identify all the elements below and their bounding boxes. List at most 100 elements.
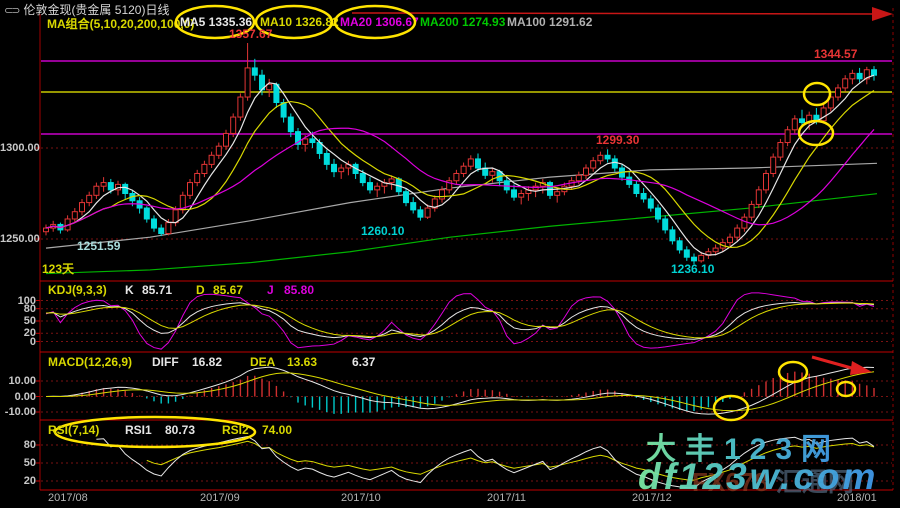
- price-axis-label: 1300.00: [0, 142, 36, 154]
- candle-body: [576, 175, 581, 180]
- rsi1-value: 80.73: [165, 423, 195, 437]
- kdj-title[interactable]: KDJ(9,3,3): [48, 283, 107, 297]
- candle-body: [188, 183, 193, 196]
- kdj-k-label: K: [125, 283, 134, 297]
- trendline[interactable]: [352, 13, 876, 14]
- candle-body: [591, 161, 596, 168]
- rsi1-label: RSI1: [125, 423, 152, 437]
- candle-body: [749, 204, 754, 217]
- candle-body: [224, 133, 229, 146]
- candle-body: [584, 168, 589, 175]
- candle-body: [792, 119, 797, 130]
- kdj-d-line: [46, 303, 874, 338]
- candle-body: [504, 181, 509, 190]
- candle-body: [404, 192, 409, 203]
- candle-body: [857, 73, 862, 78]
- candle-body: [44, 228, 49, 232]
- macd-dea-line: [46, 372, 874, 411]
- kdj-d-label: D: [196, 283, 205, 297]
- price-label: 1260.10: [361, 224, 404, 238]
- candle-body: [713, 248, 718, 252]
- candle-body: [735, 228, 740, 237]
- candle-body: [368, 183, 373, 190]
- candle-body: [440, 190, 445, 199]
- candle-body: [209, 155, 214, 164]
- macd-dea-value: 13.63: [287, 355, 317, 369]
- candle-body: [843, 79, 848, 88]
- candle-body: [101, 183, 106, 187]
- candle-body: [728, 237, 733, 242]
- kdj-axis-label: 80: [0, 303, 36, 315]
- candle-body: [850, 73, 855, 78]
- x-axis-label: 2017/10: [341, 492, 381, 504]
- candle-body: [684, 250, 689, 257]
- price-axis-label: 1250.00: [0, 233, 36, 245]
- macd-axis-label: 0.00: [0, 391, 36, 403]
- rsi-axis-label: 20: [0, 475, 36, 487]
- candle-body: [123, 184, 128, 193]
- candle-body: [764, 173, 769, 189]
- candle-body: [699, 255, 704, 260]
- candle-body: [152, 219, 157, 228]
- price-label: 1357.67: [229, 27, 272, 41]
- rsi-axis-label: 80: [0, 439, 36, 451]
- candle-body: [598, 155, 603, 160]
- candle-body: [641, 194, 646, 199]
- candle-body: [454, 173, 459, 180]
- candle-body: [627, 177, 632, 184]
- candle-body: [216, 146, 221, 155]
- candle-body: [195, 173, 200, 182]
- price-label: 1236.10: [671, 262, 714, 276]
- candle-body: [519, 194, 524, 198]
- kdj-j-value: 85.80: [284, 283, 314, 297]
- price-label: 1251.59: [77, 239, 120, 253]
- candle-body: [677, 241, 682, 250]
- watermark-df123w: df123w.com: [638, 456, 878, 498]
- macd-diff-label: DIFF: [152, 355, 179, 369]
- candle-body: [461, 166, 466, 173]
- macd-header: MACD(12,26,9) DIFF 16.82 DEA 13.63 6.37: [0, 355, 900, 369]
- candle-body: [310, 139, 315, 143]
- x-axis-label: 2017/08: [48, 492, 88, 504]
- candle-body: [512, 190, 517, 197]
- kdj-d-value: 85.67: [213, 283, 243, 297]
- candle-body: [800, 119, 805, 123]
- macd-dea-label: DEA: [250, 355, 275, 369]
- candle-body: [425, 208, 430, 217]
- macd-diff-value: 16.82: [192, 355, 222, 369]
- annotation-ellipse: [335, 6, 415, 38]
- macd-axis-label: 10.00: [0, 375, 36, 387]
- candle-body: [324, 153, 329, 164]
- candle-body: [238, 97, 243, 117]
- rsi2-value: 74.00: [262, 423, 292, 437]
- candle-body: [605, 155, 610, 159]
- candle-body: [252, 68, 257, 75]
- candle-body: [742, 217, 747, 228]
- candle-body: [836, 88, 841, 97]
- candle-body: [389, 179, 394, 183]
- candle-body: [771, 157, 776, 173]
- candle-body: [72, 212, 77, 219]
- macd-axis-label: -10.00: [0, 406, 36, 418]
- candle-body: [245, 68, 250, 97]
- x-axis-label: 2017/11: [487, 492, 526, 504]
- candle-body: [339, 168, 344, 172]
- candle-body: [202, 164, 207, 173]
- kdj-j-line: [46, 293, 874, 349]
- candle-body: [656, 208, 661, 219]
- candle-body: [281, 103, 286, 118]
- candle-body: [476, 159, 481, 168]
- candle-body: [80, 203, 85, 212]
- rsi-title[interactable]: RSI(7,14): [48, 423, 99, 437]
- candle-body: [612, 159, 617, 168]
- macd-title[interactable]: MACD(12,26,9): [48, 355, 132, 369]
- macd-bar-value: 6.37: [352, 355, 375, 369]
- candle-body: [785, 130, 790, 143]
- candle-body: [108, 183, 113, 190]
- candle-body: [778, 143, 783, 158]
- candle-body: [418, 210, 423, 217]
- macd-diff-line: [46, 367, 874, 414]
- x-axis-label: 2017/09: [200, 492, 240, 504]
- candle-body: [288, 117, 293, 132]
- kdj-k-value: 85.71: [142, 283, 172, 297]
